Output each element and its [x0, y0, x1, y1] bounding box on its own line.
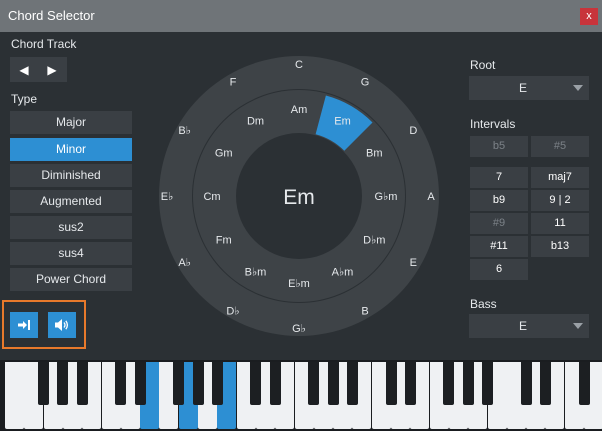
piano-key-gb[interactable]	[308, 362, 320, 405]
wheel-minor-ebm[interactable]: E♭m	[288, 278, 310, 290]
piano-key-gb[interactable]	[173, 362, 185, 405]
wheel-minor-bm[interactable]: Bm	[366, 148, 383, 160]
piano-key-e[interactable]	[5, 362, 24, 429]
interval-sharp11-button[interactable]: #11	[470, 236, 528, 257]
wheel-major-d[interactable]: D	[409, 125, 417, 137]
interval-9-2-button[interactable]: 9 | 2	[531, 190, 589, 211]
wheel-major-a[interactable]: A	[427, 191, 435, 203]
piano-key-bb[interactable]	[211, 362, 223, 405]
center-chord-label: Em	[283, 186, 315, 209]
piano-key-gb[interactable]	[443, 362, 455, 405]
interval-b5-button: b5	[470, 136, 528, 157]
wheel-minor-dbm[interactable]: D♭m	[363, 235, 385, 247]
interval-7-button[interactable]: 7	[470, 167, 528, 188]
chevron-down-icon	[573, 85, 583, 91]
interval-11-button[interactable]: 11	[531, 213, 589, 234]
piano-key-ab[interactable]	[192, 362, 204, 405]
piano-keyboard	[0, 360, 602, 431]
interval-6-button[interactable]: 6	[470, 259, 528, 280]
wheel-major-ab[interactable]: A♭	[178, 257, 191, 269]
chevron-down-icon	[573, 323, 583, 329]
wheel-major-gb[interactable]: G♭	[292, 323, 306, 335]
piano-key-gb[interactable]	[578, 362, 590, 405]
piano-key-eb[interactable]	[404, 362, 416, 405]
wheel-major-bb[interactable]: B♭	[178, 125, 191, 137]
wheel-minor-am[interactable]: Am	[291, 104, 308, 116]
root-label: Root	[470, 58, 496, 72]
piano-key-bb[interactable]	[482, 362, 493, 405]
wheel-major-g[interactable]: G	[361, 77, 370, 89]
piano-key-bb[interactable]	[346, 362, 358, 405]
root-dropdown[interactable]: E	[469, 76, 589, 100]
bass-label: Bass	[470, 297, 497, 311]
wheel-minor-dm[interactable]: Dm	[247, 116, 264, 128]
piano-key-db[interactable]	[520, 362, 532, 405]
wheel-major-f[interactable]: F	[230, 77, 237, 89]
wheel-minor-cm[interactable]: Cm	[203, 191, 220, 203]
piano-key-eb[interactable]	[539, 362, 551, 405]
wheel-minor-gm[interactable]: Gm	[215, 148, 233, 160]
root-value: E	[518, 81, 527, 95]
interval-sharp5-button: #5	[531, 136, 589, 157]
wheel-minor-abm[interactable]: A♭m	[332, 266, 354, 278]
piano-key-db[interactable]	[250, 362, 262, 405]
bass-dropdown[interactable]: E	[469, 314, 589, 338]
piano-key-db[interactable]	[115, 362, 127, 405]
intervals-label: Intervals	[470, 117, 516, 131]
wheel-major-b[interactable]: B	[361, 305, 368, 317]
wheel-minor-bbm[interactable]: B♭m	[245, 266, 267, 278]
wheel-minor-gbm[interactable]: G♭m	[375, 191, 398, 203]
bass-value: E	[518, 319, 527, 333]
wheel-major-db[interactable]: D♭	[226, 305, 239, 317]
wheel-minor-fm[interactable]: Fm	[216, 235, 232, 247]
wheel-major-c[interactable]: C	[295, 59, 303, 71]
wheel-minor-em[interactable]: Em	[334, 116, 351, 128]
piano-key-db[interactable]	[385, 362, 397, 405]
piano-key-ab[interactable]	[57, 362, 69, 405]
piano-key-eb[interactable]	[134, 362, 146, 405]
interval-maj7-button[interactable]: maj7	[531, 167, 589, 188]
interval-b9-button[interactable]: b9	[470, 190, 528, 211]
interval-sharp9-button: #9	[470, 213, 528, 234]
wheel-major-e[interactable]: E	[410, 257, 417, 269]
piano-key-bb[interactable]	[76, 362, 88, 405]
wheel-major-eb[interactable]: E♭	[161, 191, 174, 203]
piano-key-ab[interactable]	[327, 362, 339, 405]
interval-b13-button[interactable]: b13	[531, 236, 589, 257]
piano-key-ab[interactable]	[462, 362, 474, 405]
piano-key-eb[interactable]	[269, 362, 281, 405]
piano-key-gb[interactable]	[38, 362, 50, 405]
